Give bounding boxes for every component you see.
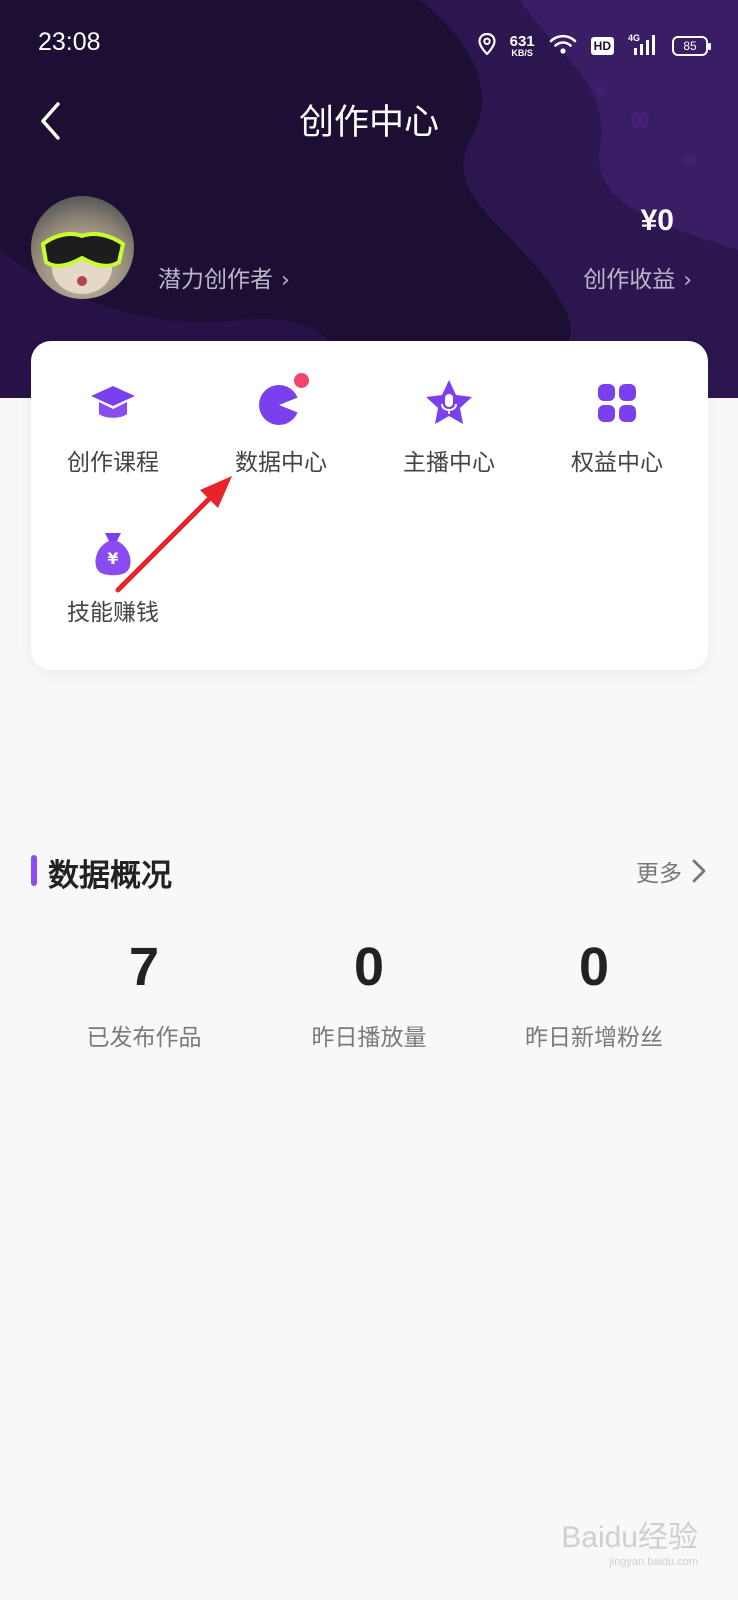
graduation-cap-icon (87, 377, 139, 429)
battery-indicator: 85 (672, 36, 711, 56)
notification-dot (294, 373, 309, 388)
tool-skill-earning[interactable]: ¥ 技能赚钱 (33, 527, 193, 637)
hd-badge: HD (590, 37, 614, 55)
money-bag-icon: ¥ (87, 527, 139, 579)
page-title: 创作中心 (298, 103, 439, 143)
stat-published-works[interactable]: 7 已发布作品 (24, 940, 264, 1052)
status-icons: 631 KB/S HD 4G 85 (478, 30, 711, 62)
avatar[interactable] (31, 196, 134, 299)
stat-value: 0 (353, 937, 385, 997)
stat-yesterday-plays[interactable]: 0 昨日播放量 (249, 940, 489, 1052)
chevron-right-icon: › (281, 268, 290, 293)
tool-label: 数据中心 (235, 450, 327, 476)
tool-label: 主播中心 (403, 450, 495, 476)
earnings-label: 创作收益 (583, 267, 676, 293)
chevron-right-icon (692, 859, 706, 883)
chevron-right-icon: › (683, 268, 692, 293)
tool-label: 创作课程 (67, 450, 159, 476)
svg-text:4G: 4G (628, 33, 640, 43)
star-mic-icon (423, 377, 475, 429)
wifi-icon (549, 33, 577, 59)
network-speed: 631 KB/S (509, 33, 535, 58)
stat-label: 已发布作品 (86, 1025, 202, 1051)
earnings-link[interactable]: 创作收益 › (583, 260, 692, 294)
more-label: 更多 (636, 861, 682, 887)
stat-label: 昨日播放量 (311, 1025, 427, 1051)
more-link[interactable]: 更多 (636, 854, 708, 888)
section-accent-bar (31, 855, 37, 886)
grid-icon (591, 377, 643, 429)
stat-yesterday-new-fans[interactable]: 0 昨日新增粉丝 (474, 940, 714, 1052)
creator-level-link[interactable]: 潜力创作者 › (158, 260, 290, 294)
signal-icon: 4G (628, 32, 658, 60)
stat-value: 7 (128, 937, 160, 997)
status-bar: 23:08 631 KB/S HD 4G 85 (0, 0, 738, 90)
tool-rights-center[interactable]: 权益中心 (537, 377, 697, 487)
creator-level-label: 潜力创作者 (158, 267, 273, 293)
earnings-amount: ¥0 (640, 204, 674, 237)
tool-data-center[interactable]: 数据中心 (201, 373, 361, 487)
svg-text:¥: ¥ (107, 549, 118, 568)
location-icon (478, 32, 496, 59)
tool-anchor-center[interactable]: 主播中心 (369, 377, 529, 487)
status-time: 23:08 (38, 28, 101, 56)
pie-chart-icon (255, 373, 309, 429)
stat-label: 昨日新增粉丝 (525, 1025, 663, 1051)
watermark: Baidu经验 jingyan.baidu.com (561, 1521, 698, 1568)
tool-label: 权益中心 (571, 450, 663, 476)
stat-value: 0 (578, 937, 610, 997)
tool-label: 技能赚钱 (67, 600, 159, 626)
tools-card: 创作课程 数据中心 主播中心 权益中心 ¥ 技能赚钱 (31, 341, 708, 670)
section-title: 数据概况 (48, 858, 172, 894)
tool-creation-course[interactable]: 创作课程 (33, 377, 193, 487)
